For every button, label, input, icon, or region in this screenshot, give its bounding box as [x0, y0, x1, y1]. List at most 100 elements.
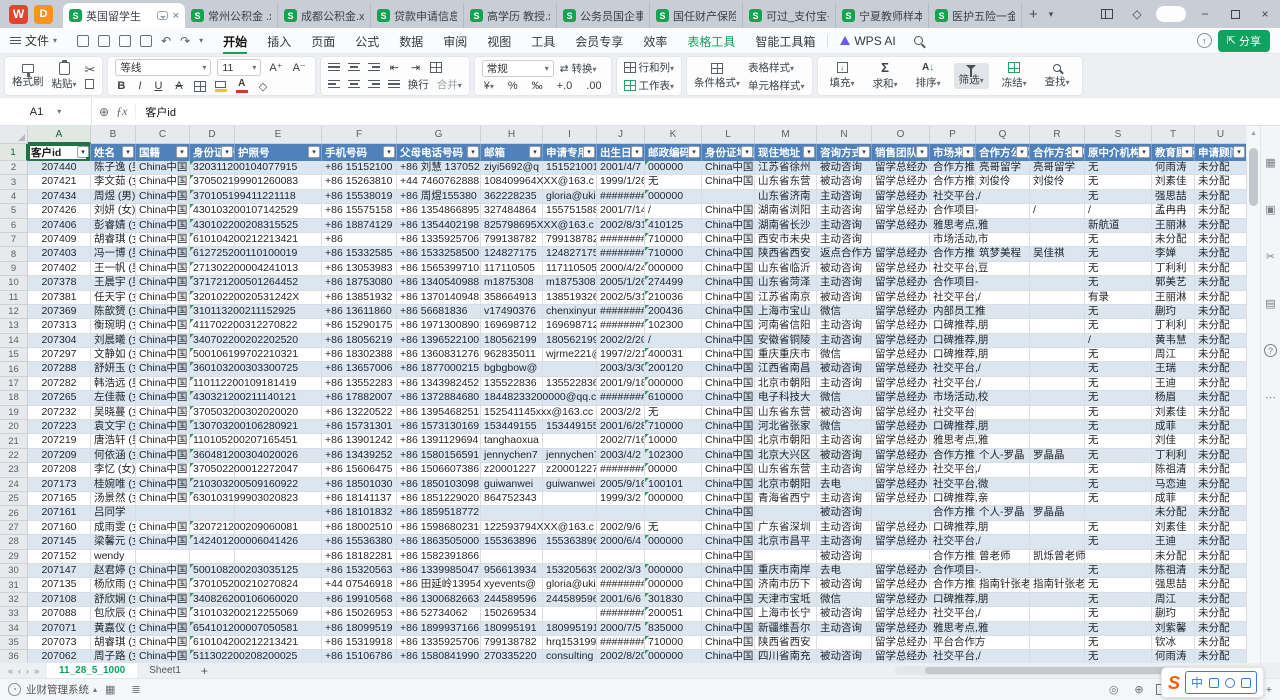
- cell-A32[interactable]: 207108: [28, 593, 91, 607]
- cell-H9[interactable]: 117110505: [481, 262, 543, 276]
- tab-list-chevron-icon[interactable]: ▾: [1045, 9, 1058, 20]
- cell-R24[interactable]: [1030, 478, 1085, 492]
- cell-C10[interactable]: China中国: [136, 276, 190, 290]
- cell-O6[interactable]: 留学总经办: [872, 219, 930, 233]
- cell-F34[interactable]: +86 18099519: [322, 622, 397, 636]
- cell-O28[interactable]: 留学总经办: [872, 535, 930, 549]
- statusbar-list-icon[interactable]: ≣: [131, 683, 140, 696]
- align-top-icon[interactable]: [328, 63, 340, 72]
- cell-F1[interactable]: 手机号码▾: [322, 144, 397, 161]
- sogou-ime-logo[interactable]: S: [1168, 674, 1180, 692]
- filter-dropdown-icon[interactable]: ▾: [688, 146, 700, 158]
- filter-dropdown-icon[interactable]: ▾: [962, 146, 974, 158]
- cell-T22[interactable]: 丁利利: [1152, 449, 1195, 463]
- cell-D7[interactable]: 610104200212213421: [190, 233, 235, 247]
- cell-N5[interactable]: 主动咨询: [817, 204, 872, 218]
- cell-B17[interactable]: 韩浩远 (男: [91, 377, 136, 391]
- cell-D10[interactable]: 371721200501264452: [190, 276, 235, 290]
- cell-N1[interactable]: 咨询方式▾: [817, 144, 872, 161]
- filter-dropdown-icon[interactable]: ▾: [741, 146, 753, 158]
- document-tab[interactable]: S贷款申请信息.xlsx: [371, 3, 464, 28]
- cell-G5[interactable]: +86 1354866895: [397, 204, 481, 218]
- cell-A11[interactable]: 207381: [28, 291, 91, 305]
- menu-item[interactable]: 会员专享: [565, 28, 633, 54]
- cell-D29[interactable]: [190, 550, 235, 564]
- cell-L33[interactable]: China中国: [702, 607, 755, 621]
- side-panel-more-icon[interactable]: ⋯: [1265, 391, 1276, 404]
- row-header-7[interactable]: 7: [0, 233, 28, 247]
- cell-D2[interactable]: 320311200104077915: [190, 161, 235, 175]
- cell-K8[interactable]: 710000: [645, 247, 702, 261]
- row-header-32[interactable]: 32: [0, 593, 28, 607]
- wrap-text-button[interactable]: 换行: [408, 77, 429, 92]
- cell-G6[interactable]: +86 1354402198: [397, 219, 481, 233]
- formula-input[interactable]: 客户id: [136, 104, 176, 120]
- cell-G27[interactable]: +86 1598680231: [397, 521, 481, 535]
- cell-Q1[interactable]: 合作方公司▾: [976, 144, 1030, 161]
- cell-P6[interactable]: 雅思考点,雅: [930, 219, 976, 233]
- cell-O25[interactable]: 留学总经办: [872, 492, 930, 506]
- cell-O8[interactable]: 留学总经办: [872, 247, 930, 261]
- cell-R11[interactable]: [1030, 291, 1085, 305]
- new-document-tab-button[interactable]: +: [1022, 6, 1045, 23]
- cell-T32[interactable]: 周江: [1152, 593, 1195, 607]
- cell-O33[interactable]: 留学总经办: [872, 607, 930, 621]
- cell-D25[interactable]: 630103199903020823: [190, 492, 235, 506]
- find-button[interactable]: 查找▾: [1040, 62, 1075, 91]
- minimize-button[interactable]: −: [1190, 0, 1220, 28]
- cell-O11[interactable]: 留学总经办: [872, 291, 930, 305]
- cell-K25[interactable]: 000000: [645, 492, 702, 506]
- cell-I24[interactable]: guiwanwei: [543, 478, 597, 492]
- cell-F3[interactable]: +86 15263810: [322, 175, 397, 189]
- cell-N20[interactable]: 微信: [817, 420, 872, 434]
- document-tab[interactable]: S医护五险一金.xlsx: [929, 3, 1022, 28]
- cell-G8[interactable]: +86 1533258500: [397, 247, 481, 261]
- cell-H24[interactable]: guiwanwei: [481, 478, 543, 492]
- cell-D34[interactable]: 654101200007050581: [190, 622, 235, 636]
- cell-A27[interactable]: 207160: [28, 521, 91, 535]
- column-header-G[interactable]: G: [397, 126, 481, 144]
- cell-A23[interactable]: 207208: [28, 463, 91, 477]
- cell-I33[interactable]: [543, 607, 597, 621]
- menu-item[interactable]: 效率: [633, 28, 677, 54]
- cell-N27[interactable]: 主动咨询: [817, 521, 872, 535]
- cell-F8[interactable]: +86 15332585: [322, 247, 397, 261]
- cell-T7[interactable]: 未分配: [1152, 233, 1195, 247]
- row-header-26[interactable]: 26: [0, 506, 28, 520]
- cell-S33[interactable]: 无: [1085, 607, 1152, 621]
- cell-U24[interactable]: 未分配: [1195, 478, 1247, 492]
- redo-icon[interactable]: ↷: [180, 34, 190, 48]
- currency-button[interactable]: ¥▾: [482, 80, 496, 92]
- cell-J29[interactable]: [597, 550, 645, 564]
- cell-H25[interactable]: 864752343: [481, 492, 543, 506]
- cell-B18[interactable]: 左佳薇 (女: [91, 391, 136, 405]
- cell-C18[interactable]: China中国: [136, 391, 190, 405]
- cell-B13[interactable]: 衡琬明 (女: [91, 319, 136, 333]
- menu-wps-ai[interactable]: WPS AI: [830, 28, 905, 54]
- cell-O32[interactable]: 留学总经办: [872, 593, 930, 607]
- cell-J34[interactable]: 2000/7/5: [597, 622, 645, 636]
- cell-S14[interactable]: /: [1085, 334, 1152, 348]
- cell-O27[interactable]: 留学总经办: [872, 521, 930, 535]
- add-sheet-button[interactable]: +: [193, 664, 216, 678]
- cell-D14[interactable]: 340702200202202520: [190, 334, 235, 348]
- cell-P3[interactable]: 合作方推荐: [930, 175, 976, 189]
- cell-D15[interactable]: 500106199702210321: [190, 348, 235, 362]
- cell-U9[interactable]: 未分配: [1195, 262, 1247, 276]
- insert-function-icon[interactable]: ⊕: [92, 105, 116, 119]
- cell-A36[interactable]: 207062: [28, 650, 91, 663]
- cell-T28[interactable]: 王迪: [1152, 535, 1195, 549]
- format-painter-button[interactable]: 格式刷: [12, 64, 44, 89]
- cell-F31[interactable]: +44 07546918: [322, 578, 397, 592]
- cell-H33[interactable]: 150269534: [481, 607, 543, 621]
- scroll-up-arrow[interactable]: ▲: [1247, 126, 1260, 140]
- cell-U17[interactable]: 未分配: [1195, 377, 1247, 391]
- menu-item[interactable]: 数据: [389, 28, 433, 54]
- cell-C12[interactable]: China中国: [136, 305, 190, 319]
- cell-K32[interactable]: 301830: [645, 593, 702, 607]
- cell-N24[interactable]: 去电: [817, 478, 872, 492]
- cell-Q17[interactable]: [976, 377, 1030, 391]
- cell-L23[interactable]: China中国: [702, 463, 755, 477]
- cell-A21[interactable]: 207219: [28, 434, 91, 448]
- cell-G4[interactable]: +86 周煜155380: [397, 190, 481, 204]
